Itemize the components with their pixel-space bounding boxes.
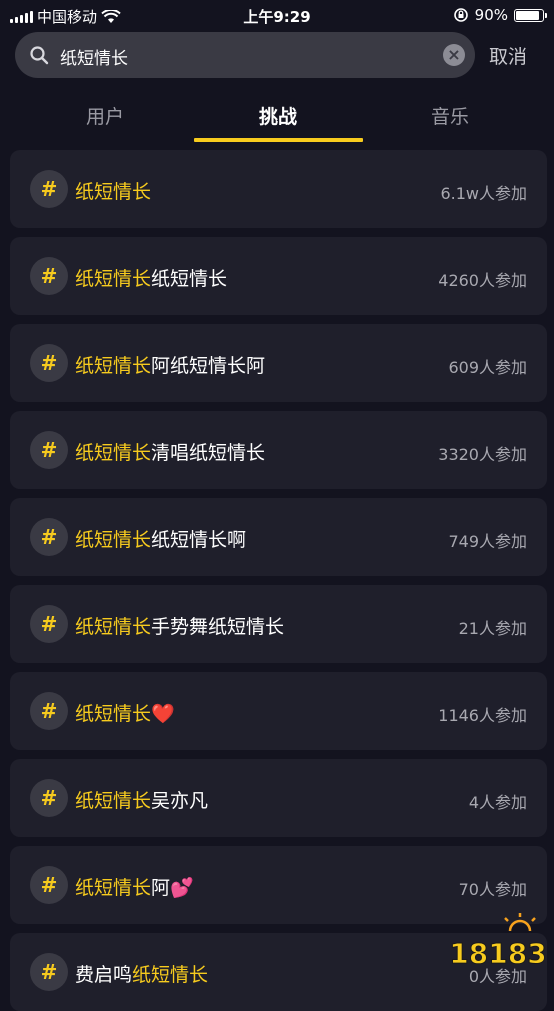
tab-bar: 用户 挑战 音乐 [0,92,554,142]
hashtag-icon: # [30,170,68,208]
title-text: 阿💕 [151,877,194,899]
challenge-title: 纸短情长纸短情长啊 [75,525,246,552]
tab-users[interactable]: 用户 [45,102,165,129]
challenge-row[interactable]: # 纸短情长阿纸短情长阿 609人参加 [10,324,547,402]
title-text: 阿纸短情长阿 [151,355,266,377]
search-input[interactable]: 纸短情长 × [15,32,475,78]
title-text: 手势舞纸短情长 [151,616,285,638]
challenge-title: 纸短情长❤️ [75,699,175,726]
title-match-text: 纸短情长 [75,268,152,290]
participant-count: 3320人参加 [438,445,527,464]
hashtag-icon: # [30,431,68,469]
challenge-title: 纸短情长手势舞纸短情长 [75,612,284,639]
participant-count: 4260人参加 [438,271,527,290]
cancel-button[interactable]: 取消 [489,42,527,69]
hashtag-icon: # [30,779,68,817]
title-match-text: 纸短情长 [75,616,152,638]
challenge-row[interactable]: # 纸短情长❤️ 1146人参加 [10,672,547,750]
active-tab-indicator [194,138,363,142]
title-text: ❤️ [151,703,175,725]
participant-count: 21人参加 [458,619,527,638]
search-row: 纸短情长 × 取消 [0,32,554,78]
challenge-title: 纸短情长纸短情长 [75,264,227,291]
title-match-text: 纸短情长 [75,703,152,725]
title-text: 吴亦凡 [151,790,209,812]
participant-count: 70人参加 [458,880,527,899]
challenge-row[interactable]: # 纸短情长手势舞纸短情长 21人参加 [10,585,547,663]
challenge-row[interactable]: # 纸短情长清唱纸短情长 3320人参加 [10,411,547,489]
orientation-lock-icon [453,8,468,22]
title-text: 费启鸣 [75,964,133,986]
hashtag-icon: # [30,605,68,643]
hashtag-icon: # [30,518,68,556]
participant-count: 6.1w人参加 [440,184,527,203]
battery-icon [514,8,547,22]
hashtag-icon: # [30,257,68,295]
title-match-text: 纸短情长 [132,964,209,986]
tab-challenges[interactable]: 挑战 [218,102,338,129]
title-match-text: 纸短情长 [75,442,152,464]
participant-count: 749人参加 [448,532,527,551]
hashtag-icon: # [30,344,68,382]
hashtag-icon: # [30,953,68,991]
search-query: 纸短情长 [60,49,128,69]
challenge-row[interactable]: # 纸短情长吴亦凡 4人参加 [10,759,547,837]
clear-icon[interactable]: × [443,44,465,66]
challenge-title: 纸短情长 [75,177,151,204]
hashtag-icon: # [30,866,68,904]
battery-percent: 90% [474,6,508,24]
challenge-title: 纸短情长阿纸短情长阿 [75,351,265,378]
title-text: 纸短情长啊 [151,529,247,551]
watermark-logo: 18183 [449,913,547,971]
participant-count: 1146人参加 [438,706,527,725]
title-text: 纸短情长 [151,268,228,290]
title-match-text: 纸短情长 [75,877,152,899]
title-text: 清唱纸短情长 [151,442,266,464]
challenge-title: 纸短情长清唱纸短情长 [75,438,265,465]
challenge-title: 费启鸣纸短情长 [75,960,208,987]
title-match-text: 纸短情长 [75,181,152,203]
participant-count: 4人参加 [468,793,527,812]
challenge-title: 纸短情长吴亦凡 [75,786,208,813]
svg-text:18183: 18183 [449,937,546,970]
title-match-text: 纸短情长 [75,529,152,551]
challenge-title: 纸短情长阿💕 [75,873,194,900]
status-bar: 中国移动 上午9:29 90% [0,0,554,30]
hashtag-icon: # [30,692,68,730]
challenge-row[interactable]: # 纸短情长纸短情长啊 749人参加 [10,498,547,576]
challenge-row[interactable]: # 纸短情长纸短情长 4260人参加 [10,237,547,315]
challenge-row[interactable]: # 纸短情长 6.1w人参加 [10,150,547,228]
battery-level [516,10,540,20]
search-icon [30,46,49,65]
tab-music[interactable]: 音乐 [390,102,510,129]
title-match-text: 纸短情长 [75,790,152,812]
status-right: 90% [453,6,547,24]
title-match-text: 纸短情长 [75,355,152,377]
participant-count: 609人参加 [448,358,527,377]
